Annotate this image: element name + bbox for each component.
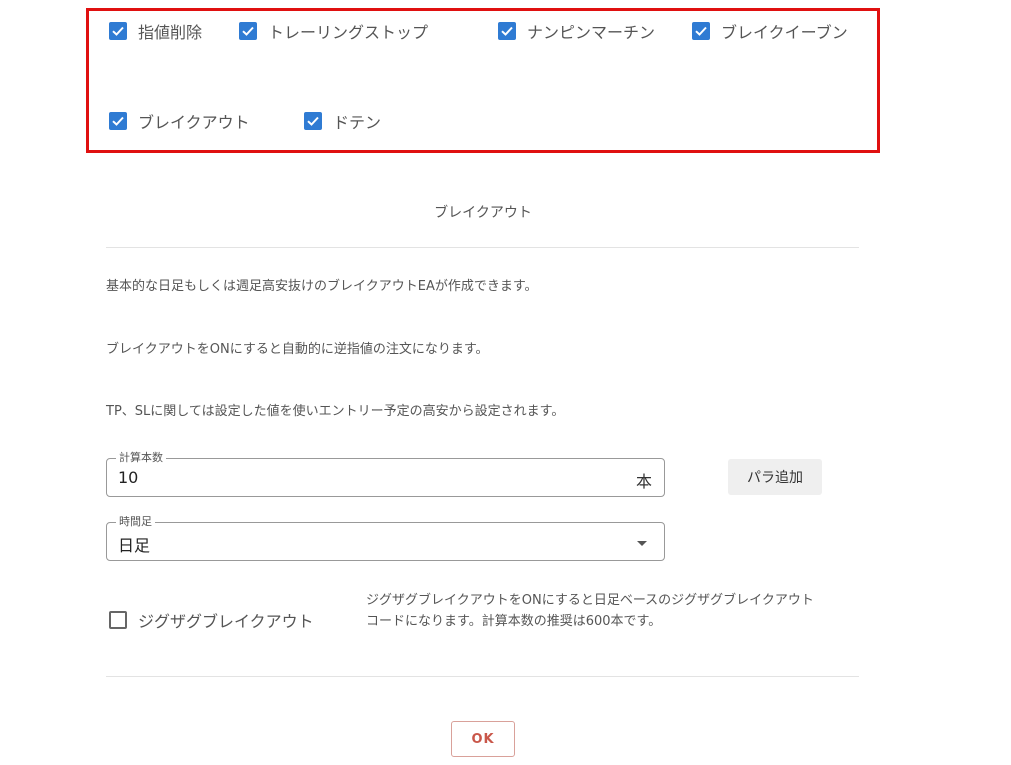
checkbox-label: ナンピンマーチン: [527, 23, 656, 42]
calc-count-label: 計算本数: [116, 451, 166, 465]
checkbox-nanpin-martin[interactable]: ナンピンマーチン: [498, 19, 655, 43]
calc-count-value[interactable]: 10: [118, 468, 138, 487]
timeframe-select[interactable]: 時間足 日足: [106, 515, 665, 561]
checkbox-checked-icon[interactable]: [304, 112, 322, 130]
checkbox-label: ジグザグブレイクアウト: [138, 612, 314, 631]
calc-count-unit: 本: [635, 472, 652, 491]
chevron-down-icon[interactable]: [637, 541, 647, 546]
description-line: TP、SLに関しては設定した値を使いエントリー予定の高安から設定されます。: [106, 404, 565, 419]
checkbox-break-even[interactable]: ブレイクイーブン: [692, 19, 848, 43]
zigzag-description: ジグザグブレイクアウトをONにすると日足ベースのジグザグブレイクアウト コードに…: [366, 590, 866, 632]
checkbox-limit-delete[interactable]: 指値削除: [109, 19, 202, 43]
checkbox-checked-icon[interactable]: [239, 22, 257, 40]
checkbox-breakout[interactable]: ブレイクアウト: [109, 109, 250, 133]
checkbox-checked-icon[interactable]: [109, 112, 127, 130]
description-line: 基本的な日足もしくは週足高安抜けのブレイクアウトEAが作成できます。: [106, 279, 538, 294]
checkbox-label: ブレイクイーブン: [721, 23, 848, 42]
checkbox-checked-icon[interactable]: [109, 22, 127, 40]
checkbox-zigzag-breakout[interactable]: ジグザグブレイクアウト: [109, 608, 314, 632]
checkbox-checked-icon[interactable]: [498, 22, 516, 40]
dialog-title: ブレイクアウト: [434, 205, 532, 221]
checkbox-trailing-stop[interactable]: トレーリングストップ: [239, 19, 428, 43]
ok-button[interactable]: OK: [451, 721, 515, 757]
add-param-button[interactable]: パラ追加: [728, 459, 822, 495]
zigzag-description-line: コードになります。計算本数の推奨は600本です。: [366, 614, 662, 629]
checkbox-unchecked-icon[interactable]: [109, 611, 127, 629]
checkbox-label: ドテン: [333, 113, 382, 132]
checkbox-label: ブレイクアウト: [138, 113, 250, 132]
description-line: ブレイクアウトをONにすると自動的に逆指値の注文になります。: [106, 342, 489, 357]
calc-count-field[interactable]: 計算本数 10 本: [106, 451, 665, 497]
checkbox-doten[interactable]: ドテン: [304, 109, 381, 133]
footer-divider: [106, 676, 859, 677]
title-divider: [106, 247, 859, 248]
timeframe-label: 時間足: [116, 515, 155, 529]
checkbox-checked-icon[interactable]: [692, 22, 710, 40]
zigzag-description-line: ジグザグブレイクアウトをONにすると日足ベースのジグザグブレイクアウト: [366, 593, 814, 608]
timeframe-value: 日足: [118, 536, 151, 555]
checkbox-label: トレーリングストップ: [268, 23, 429, 42]
checkbox-label: 指値削除: [138, 23, 203, 42]
